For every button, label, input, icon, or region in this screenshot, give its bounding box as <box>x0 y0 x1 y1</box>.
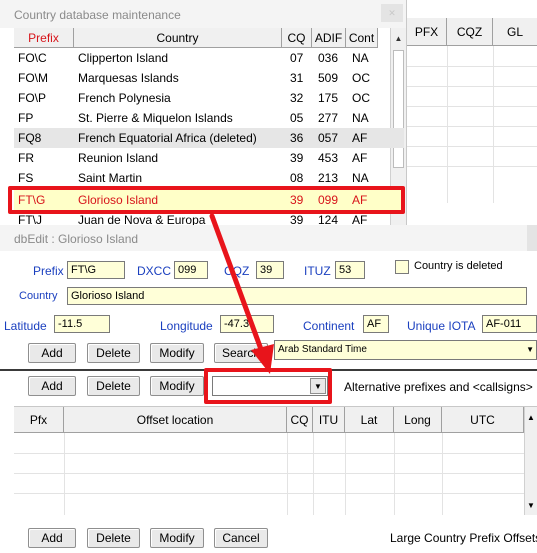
grid-line <box>407 66 537 67</box>
grid-line <box>442 433 443 515</box>
cqz-field[interactable]: 39 <box>256 261 284 279</box>
col-long[interactable]: Long <box>394 407 442 433</box>
grid-line <box>14 473 524 474</box>
grid-line <box>64 433 65 515</box>
edit-panel-title: dbEdit : Glorioso Island <box>14 232 139 246</box>
cancel-button[interactable]: Cancel <box>214 528 268 548</box>
grid-line <box>447 46 448 203</box>
search-button[interactable]: Search <box>214 343 268 363</box>
iota-label: Unique IOTA <box>407 319 476 333</box>
grid-line <box>493 46 494 203</box>
prefix-label: Prefix <box>33 264 64 278</box>
ituz-field[interactable]: 53 <box>335 261 365 279</box>
continent-label: Continent <box>303 319 355 333</box>
list-item[interactable]: FS Saint Martin 08 213 NA <box>14 168 404 188</box>
offsets-scrollbar[interactable]: ▲ ▼ <box>524 407 537 515</box>
list-item[interactable]: FO\C Clipperton Island 07 036 NA <box>14 48 404 68</box>
alt-modify-button[interactable]: Modify <box>150 376 204 396</box>
right-grid-col-cqz[interactable]: CQZ <box>447 18 493 46</box>
arrow-up-icon: ▲ <box>527 413 535 422</box>
continent-field[interactable]: AF <box>363 315 389 333</box>
col-adif[interactable]: ADIF <box>312 28 346 48</box>
longitude-label: Longitude <box>160 319 213 333</box>
country-window-titlebar: Country database maintenance ✕ <box>0 0 406 28</box>
right-grid-col-gl[interactable]: GL <box>493 18 537 46</box>
arrow-down-icon: ▼ <box>527 501 535 510</box>
col-utc[interactable]: UTC <box>442 407 524 433</box>
list-item[interactable]: FR Reunion Island 39 453 AF <box>14 148 404 168</box>
right-grid-col-pfx[interactable]: PFX <box>407 18 447 46</box>
grid-line <box>407 166 537 167</box>
edit-panel-titlebar: dbEdit : Glorioso Island <box>0 225 537 251</box>
scroll-up-button[interactable]: ▲ <box>392 30 405 46</box>
offsets-modify-button[interactable]: Modify <box>150 528 204 548</box>
cqz-label: CQZ <box>224 264 250 278</box>
offsets-grid: Pfx Offset location CQ ITU Lat Long UTC … <box>14 406 537 515</box>
col-cont[interactable]: Cont <box>346 28 378 48</box>
col-cq[interactable]: CQ <box>287 407 313 433</box>
list-item[interactable]: FP St. Pierre & Miquelon Islands 05 277 … <box>14 108 404 128</box>
col-lat[interactable]: Lat <box>345 407 394 433</box>
list-item[interactable]: FO\P French Polynesia 32 175 OC <box>14 88 404 108</box>
list-item[interactable]: FO\M Marquesas Islands 31 509 OC <box>14 68 404 88</box>
highlight-box-combo <box>204 368 332 404</box>
dxcc-label: DXCC <box>137 264 172 278</box>
dxcc-field[interactable]: 099 <box>174 261 208 279</box>
col-prefix[interactable]: Prefix <box>14 28 74 48</box>
offsets-delete-button[interactable]: Delete <box>87 528 140 548</box>
alt-add-button[interactable]: Add <box>28 376 76 396</box>
arrow-up-icon: ▲ <box>394 33 403 43</box>
col-pfx[interactable]: Pfx <box>14 407 64 433</box>
grid-line <box>345 433 346 515</box>
deleted-label: Country is deleted <box>414 260 503 272</box>
close-icon: ✕ <box>388 7 396 18</box>
alt-delete-button[interactable]: Delete <box>87 376 140 396</box>
edit-panel-scrollbar[interactable] <box>527 225 537 251</box>
ituz-label: ITUZ <box>304 264 331 278</box>
highlight-box-selected-row <box>8 186 405 214</box>
grid-line <box>287 433 288 515</box>
edit-delete-button[interactable]: Delete <box>87 343 140 363</box>
deleted-checkbox[interactable] <box>395 260 409 274</box>
grid-line <box>14 453 524 454</box>
prefix-field[interactable]: FT\G <box>67 261 125 279</box>
col-cq[interactable]: CQ <box>282 28 312 48</box>
latitude-field[interactable]: -11.5 <box>54 315 110 333</box>
longitude-field[interactable]: -47.3 <box>220 315 274 333</box>
close-button[interactable]: ✕ <box>381 4 403 22</box>
timezone-select[interactable]: Arab Standard Time ▼ <box>274 340 537 360</box>
edit-panel: dbEdit : Glorioso Island Prefix FT\G DXC… <box>0 225 537 370</box>
col-offset-location[interactable]: Offset location <box>64 407 287 433</box>
col-itu[interactable]: ITU <box>313 407 345 433</box>
alt-prefix-label: Alternative prefixes and <callsigns> <box>344 380 533 394</box>
chevron-down-icon: ▼ <box>526 345 534 354</box>
country-label: Country <box>19 290 58 302</box>
iota-field[interactable]: AF-011 <box>482 315 537 333</box>
grid-line <box>407 106 537 107</box>
grid-line <box>407 86 537 87</box>
col-country[interactable]: Country <box>74 28 282 48</box>
grid-line <box>394 433 395 515</box>
grid-line <box>313 433 314 515</box>
list-item[interactable]: FQ8 French Equatorial Africa (deleted) 3… <box>14 128 404 148</box>
country-window-title: Country database maintenance <box>14 8 181 22</box>
right-grid: PFX CQZ GL <box>406 18 537 203</box>
grid-line <box>407 126 537 127</box>
edit-add-button[interactable]: Add <box>28 343 76 363</box>
edit-modify-button[interactable]: Modify <box>150 343 204 363</box>
latitude-label: Latitude <box>4 319 47 333</box>
grid-line <box>407 146 537 147</box>
offsets-label: Large Country Prefix Offsets <box>390 531 537 545</box>
country-field[interactable]: Glorioso Island <box>67 287 527 305</box>
offsets-add-button[interactable]: Add <box>28 528 76 548</box>
grid-line <box>14 493 524 494</box>
